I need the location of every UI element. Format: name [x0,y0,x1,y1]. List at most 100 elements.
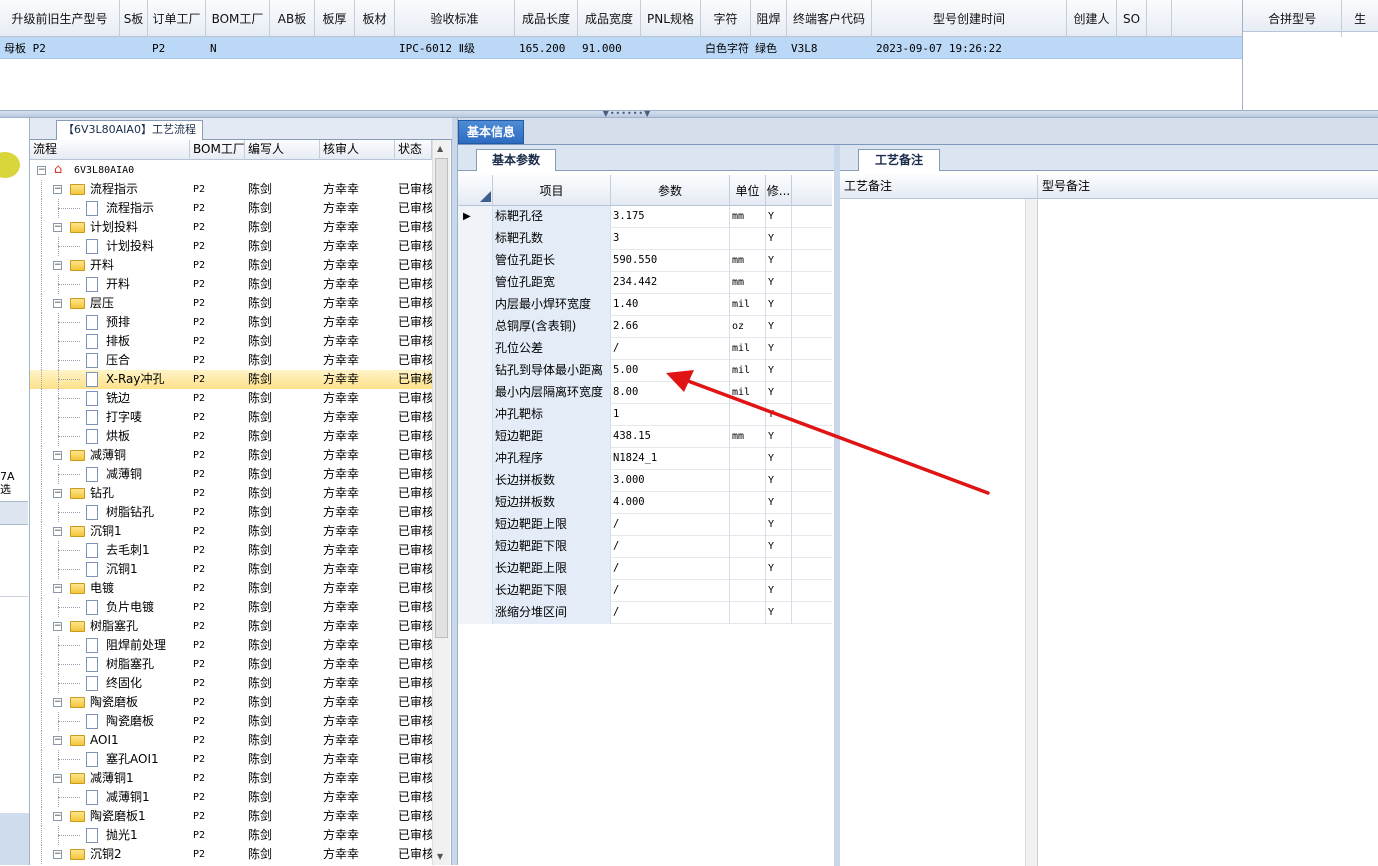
param-col-mod[interactable]: 修... [766,175,792,206]
model-column-header[interactable]: 板厚 [315,0,355,37]
expand-icon[interactable]: − [53,774,62,783]
expand-icon[interactable]: − [53,489,62,498]
param-value-cell[interactable]: 438.15 [611,426,730,448]
process-notes-textbox[interactable] [840,199,1038,866]
param-mod-cell[interactable]: Y [766,404,792,426]
param-row[interactable]: 总铜厚(含表铜) 2.66 oz Y [458,316,832,338]
merge-model-column-header-2[interactable]: 生 [1342,0,1378,37]
param-unit-cell[interactable] [730,536,766,558]
param-mod-cell[interactable]: Y [766,360,792,382]
param-value-cell[interactable]: 1.40 [611,294,730,316]
model-cell[interactable] [1117,37,1147,59]
row-indicator[interactable] [458,316,493,338]
model-column-header[interactable]: SO [1117,0,1147,37]
model-column-header[interactable]: 型号创建时间 [872,0,1067,37]
tree-column-header[interactable]: BOM工厂 [190,140,245,160]
tab-process-notes[interactable]: 工艺备注 [858,149,940,171]
model-column-header[interactable]: PNL规格 [641,0,701,37]
tree-group-row[interactable]: − 树脂塞孔 P2 陈剑 方幸幸 已审核 [30,617,432,636]
param-mod-cell[interactable]: Y [766,272,792,294]
model-column-header[interactable]: 阻焊 [751,0,787,37]
model-cell[interactable]: N [206,37,270,59]
notes-scrollbar[interactable] [1025,199,1037,866]
tree-step-row[interactable]: 陶瓷磨板 P2 陈剑 方幸幸 已审核 [30,712,432,731]
tree-step-row[interactable]: 减薄铜 P2 陈剑 方幸幸 已审核 [30,465,432,484]
tree-group-row[interactable]: − 减薄铜 P2 陈剑 方幸幸 已审核 [30,446,432,465]
model-column-header[interactable]: 创建人 [1067,0,1117,37]
model-cell[interactable]: 2023-09-07 19:26:22 [872,37,1067,59]
scroll-down-icon[interactable]: ▼ [437,852,443,861]
chat-bubble-icon[interactable] [0,152,20,178]
scrollbar-thumb[interactable] [435,158,448,638]
param-row[interactable]: 钻孔到导体最小距离 5.00 mil Y [458,360,832,382]
param-value-cell[interactable]: 2.66 [611,316,730,338]
row-indicator[interactable] [458,272,493,294]
param-row[interactable]: 长边靶距上限 / Y [458,558,832,580]
tree-step-row[interactable]: 烘板 P2 陈剑 方幸幸 已审核 [30,427,432,446]
param-col-unit[interactable]: 单位 [730,175,766,206]
param-unit-cell[interactable] [730,470,766,492]
param-value-cell[interactable]: 1 [611,404,730,426]
expand-icon[interactable]: − [53,736,62,745]
param-mod-cell[interactable]: Y [766,338,792,360]
model-cell[interactable]: 绿色 [751,37,787,59]
process-tree-scrollbar[interactable]: ▲ ▼ [432,140,450,865]
param-unit-cell[interactable]: mil [730,338,766,360]
model-column-header[interactable]: 订单工厂 [148,0,206,37]
tree-group-row[interactable]: − AOI1 P2 陈剑 方幸幸 已审核 [30,731,432,750]
param-mod-cell[interactable]: Y [766,514,792,536]
param-unit-cell[interactable]: mm [730,250,766,272]
tree-step-row[interactable]: 铣边 P2 陈剑 方幸幸 已审核 [30,389,432,408]
param-value-cell[interactable]: / [611,558,730,580]
notes-col-process[interactable]: 工艺备注 [840,175,1038,199]
row-indicator[interactable] [458,492,493,514]
tree-group-row[interactable]: − 陶瓷磨板1 P2 陈剑 方幸幸 已审核 [30,807,432,826]
row-indicator[interactable] [458,470,493,492]
param-mod-cell[interactable]: Y [766,492,792,514]
model-cell[interactable] [120,37,148,59]
param-mod-cell[interactable]: Y [766,426,792,448]
param-unit-cell[interactable]: mil [730,382,766,404]
tree-group-row[interactable]: − 陶瓷磨板 P2 陈剑 方幸幸 已审核 [30,693,432,712]
param-unit-cell[interactable]: mil [730,360,766,382]
tree-step-row[interactable]: 减薄铜1 P2 陈剑 方幸幸 已审核 [30,788,432,807]
tree-step-row[interactable]: 流程指示 P2 陈剑 方幸幸 已审核 [30,199,432,218]
row-indicator[interactable] [458,250,493,272]
param-value-cell[interactable]: / [611,580,730,602]
param-unit-cell[interactable] [730,492,766,514]
tree-step-row[interactable]: X-Ray冲孔 P2 陈剑 方幸幸 已审核 [30,370,432,389]
model-cell[interactable] [315,37,355,59]
horizontal-splitter[interactable] [0,110,1378,118]
left-strip-label-2[interactable]: 选 [0,483,15,496]
param-value-cell[interactable]: 234.442 [611,272,730,294]
expand-icon[interactable]: − [53,299,62,308]
model-cell[interactable]: IPC-6012 Ⅱ级 [395,37,515,59]
param-mod-cell[interactable]: Y [766,448,792,470]
tree-step-row[interactable]: 打字唛 P2 陈剑 方幸幸 已审核 [30,408,432,427]
tab-basic-info[interactable]: 基本信息 [458,120,524,144]
param-value-cell[interactable]: 3 [611,228,730,250]
param-row[interactable]: 短边拼板数 4.000 Y [458,492,832,514]
tree-group-row[interactable]: − 沉铜2 P2 陈剑 方幸幸 已审核 [30,845,432,864]
param-mod-cell[interactable]: Y [766,382,792,404]
model-column-header[interactable]: 字符 [701,0,751,37]
tree-column-header[interactable]: 流程 [30,140,190,160]
param-mod-cell[interactable]: Y [766,536,792,558]
param-row[interactable]: ▶ 标靶孔径 3.175 mm Y [458,206,832,228]
tab-process-flow[interactable]: 【6V3L80AIA0】工艺流程 [56,120,203,140]
tree-group-row[interactable]: − 层压 P2 陈剑 方幸幸 已审核 [30,294,432,313]
tree-step-row[interactable]: 去毛刺1 P2 陈剑 方幸幸 已审核 [30,541,432,560]
tree-step-row[interactable]: 计划投料 P2 陈剑 方幸幸 已审核 [30,237,432,256]
param-row[interactable]: 冲孔靶标 1 Y [458,404,832,426]
model-column-header[interactable]: 终端客户代码 [787,0,872,37]
expand-icon[interactable]: − [53,812,62,821]
param-unit-cell[interactable]: mil [730,294,766,316]
param-unit-cell[interactable] [730,228,766,250]
param-mod-cell[interactable]: Y [766,316,792,338]
model-column-header[interactable]: AB板 [270,0,315,37]
tree-group-row[interactable]: − 开料 P2 陈剑 方幸幸 已审核 [30,256,432,275]
row-indicator[interactable] [458,514,493,536]
model-column-header[interactable]: 板材 [355,0,395,37]
expand-icon[interactable]: − [53,223,62,232]
tree-step-row[interactable]: 塞孔AOI1 P2 陈剑 方幸幸 已审核 [30,750,432,769]
